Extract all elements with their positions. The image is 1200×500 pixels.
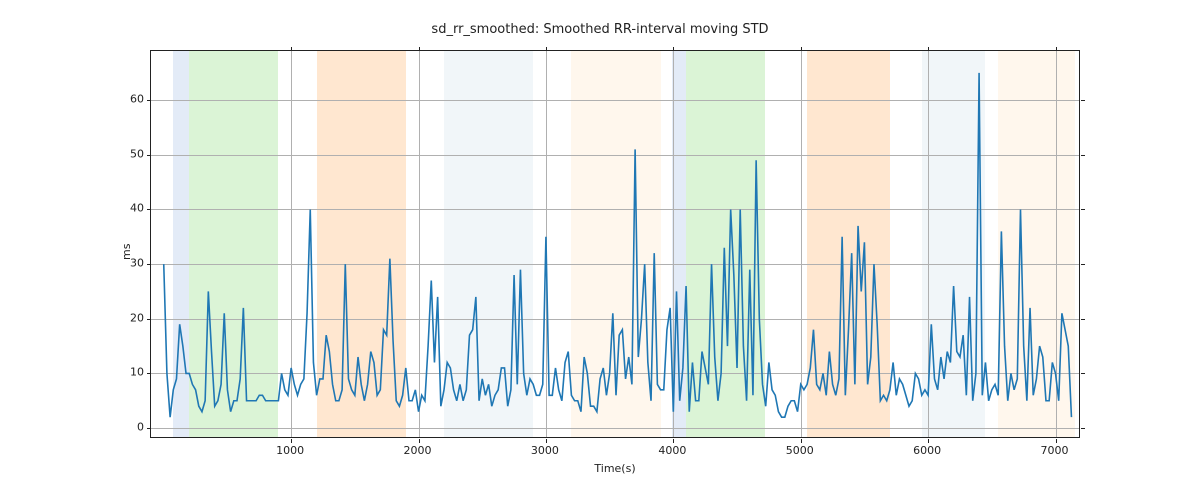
y-tick-label: 50 [122,147,144,160]
figure: sd_rr_smoothed: Smoothed RR-interval mov… [0,0,1200,500]
y-tick [147,319,151,320]
y-tick [147,155,151,156]
y-tick [147,428,151,429]
y-tick [147,209,151,210]
x-axis-label: Time(s) [594,462,635,475]
y-tick [1081,373,1085,374]
x-tick [928,47,929,51]
y-tick-label: 0 [122,421,144,434]
x-tick-label: 1000 [276,444,304,457]
y-tick-label: 40 [122,202,144,215]
x-tick [673,47,674,51]
y-tick [1081,428,1085,429]
x-tick-label: 3000 [531,444,559,457]
y-tick [1081,264,1085,265]
series-path [164,73,1072,417]
x-tick [546,439,547,443]
y-tick [147,373,151,374]
plot-area [151,51,1079,437]
x-tick-label: 5000 [786,444,814,457]
y-axis-label: ms [120,244,133,260]
x-tick [928,439,929,443]
x-tick [291,439,292,443]
y-tick-label: 60 [122,93,144,106]
y-tick [1081,319,1085,320]
x-tick [1056,47,1057,51]
y-tick-label: 10 [122,366,144,379]
y-tick [1081,100,1085,101]
x-tick [546,47,547,51]
x-tick [419,439,420,443]
x-tick-label: 7000 [1041,444,1069,457]
x-tick-label: 4000 [658,444,686,457]
x-tick [801,439,802,443]
series-line [151,51,1079,437]
y-tick [147,264,151,265]
y-tick [1081,209,1085,210]
x-tick [801,47,802,51]
x-tick-label: 6000 [913,444,941,457]
x-tick [419,47,420,51]
y-tick [1081,155,1085,156]
x-tick [291,47,292,51]
y-tick-label: 20 [122,311,144,324]
y-tick [147,100,151,101]
x-tick-label: 2000 [404,444,432,457]
x-tick [673,439,674,443]
chart-title: sd_rr_smoothed: Smoothed RR-interval mov… [0,22,1200,37]
x-tick [1056,439,1057,443]
axes [150,50,1080,438]
